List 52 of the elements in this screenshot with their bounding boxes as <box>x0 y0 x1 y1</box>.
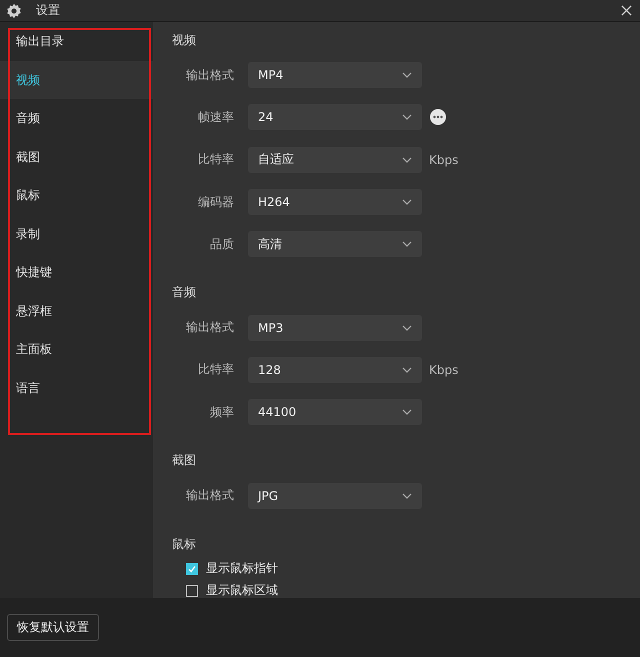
more-icon[interactable] <box>430 109 446 126</box>
dropdown[interactable]: H264 <box>248 189 422 216</box>
field-label: 比特率 <box>197 151 234 168</box>
checkbox-label: 显示鼠标区域 <box>206 582 278 598</box>
checkbox[interactable] <box>186 584 198 597</box>
sidebar-item[interactable]: 输出目录 <box>0 22 153 60</box>
field-label: 输出格式 <box>185 319 234 336</box>
field-label: 编码器 <box>197 194 234 211</box>
sidebar-item[interactable]: 主面板 <box>0 330 153 368</box>
field-label: 输出格式 <box>185 487 234 504</box>
reset-defaults-button[interactable]: 恢复默认设置 <box>7 614 99 641</box>
chevron-icon <box>402 324 412 331</box>
chevron-icon <box>402 156 412 163</box>
sidebar-item[interactable]: 截图 <box>0 138 153 176</box>
window-title: 设置 <box>36 2 60 19</box>
close-icon[interactable] <box>621 5 632 16</box>
sidebar-item[interactable]: 录制 <box>0 214 153 253</box>
gear-icon <box>6 2 22 18</box>
checkbox-label: 显示鼠标指针 <box>206 560 278 578</box>
sidebar-item[interactable]: 鼠标 <box>0 176 153 214</box>
field-label: 品质 <box>209 236 234 253</box>
chevron-icon <box>402 241 412 248</box>
sidebar-item[interactable]: 快捷键 <box>0 253 153 292</box>
sidebar-item[interactable]: 视频 <box>0 60 153 99</box>
sidebar-item[interactable]: 悬浮框 <box>0 292 153 330</box>
field-label: 频率 <box>209 404 234 421</box>
chevron-icon <box>402 72 412 78</box>
sidebar-item[interactable]: 音频 <box>0 99 153 138</box>
chevron-icon <box>402 409 412 416</box>
dropdown[interactable]: 高清 <box>248 231 422 258</box>
unit-label: Kbps <box>429 152 458 167</box>
chevron-icon <box>402 366 412 373</box>
dropdown[interactable]: 128 <box>248 356 422 383</box>
dropdown[interactable]: 自适应 <box>248 146 422 173</box>
field-label: 比特率 <box>197 361 234 378</box>
section-heading: 鼠标 <box>172 536 197 553</box>
chevron-icon <box>402 114 412 120</box>
field-label: 输出格式 <box>185 66 234 84</box>
section-heading: 视频 <box>172 32 197 49</box>
sidebar-item[interactable]: 语言 <box>0 368 153 407</box>
chevron-icon <box>402 199 412 206</box>
checkbox[interactable] <box>186 562 198 575</box>
section-heading: 截图 <box>172 452 197 470</box>
dropdown[interactable]: 24 <box>248 104 422 130</box>
section-heading: 音频 <box>172 284 197 302</box>
unit-label: Kbps <box>429 362 458 377</box>
field-label: 帧速率 <box>197 108 234 126</box>
dropdown[interactable]: JPG <box>248 482 422 509</box>
dropdown[interactable]: 44100 <box>248 399 422 426</box>
dropdown[interactable]: MP3 <box>248 314 422 341</box>
dropdown[interactable]: MP4 <box>248 62 422 88</box>
chevron-icon <box>402 492 412 499</box>
